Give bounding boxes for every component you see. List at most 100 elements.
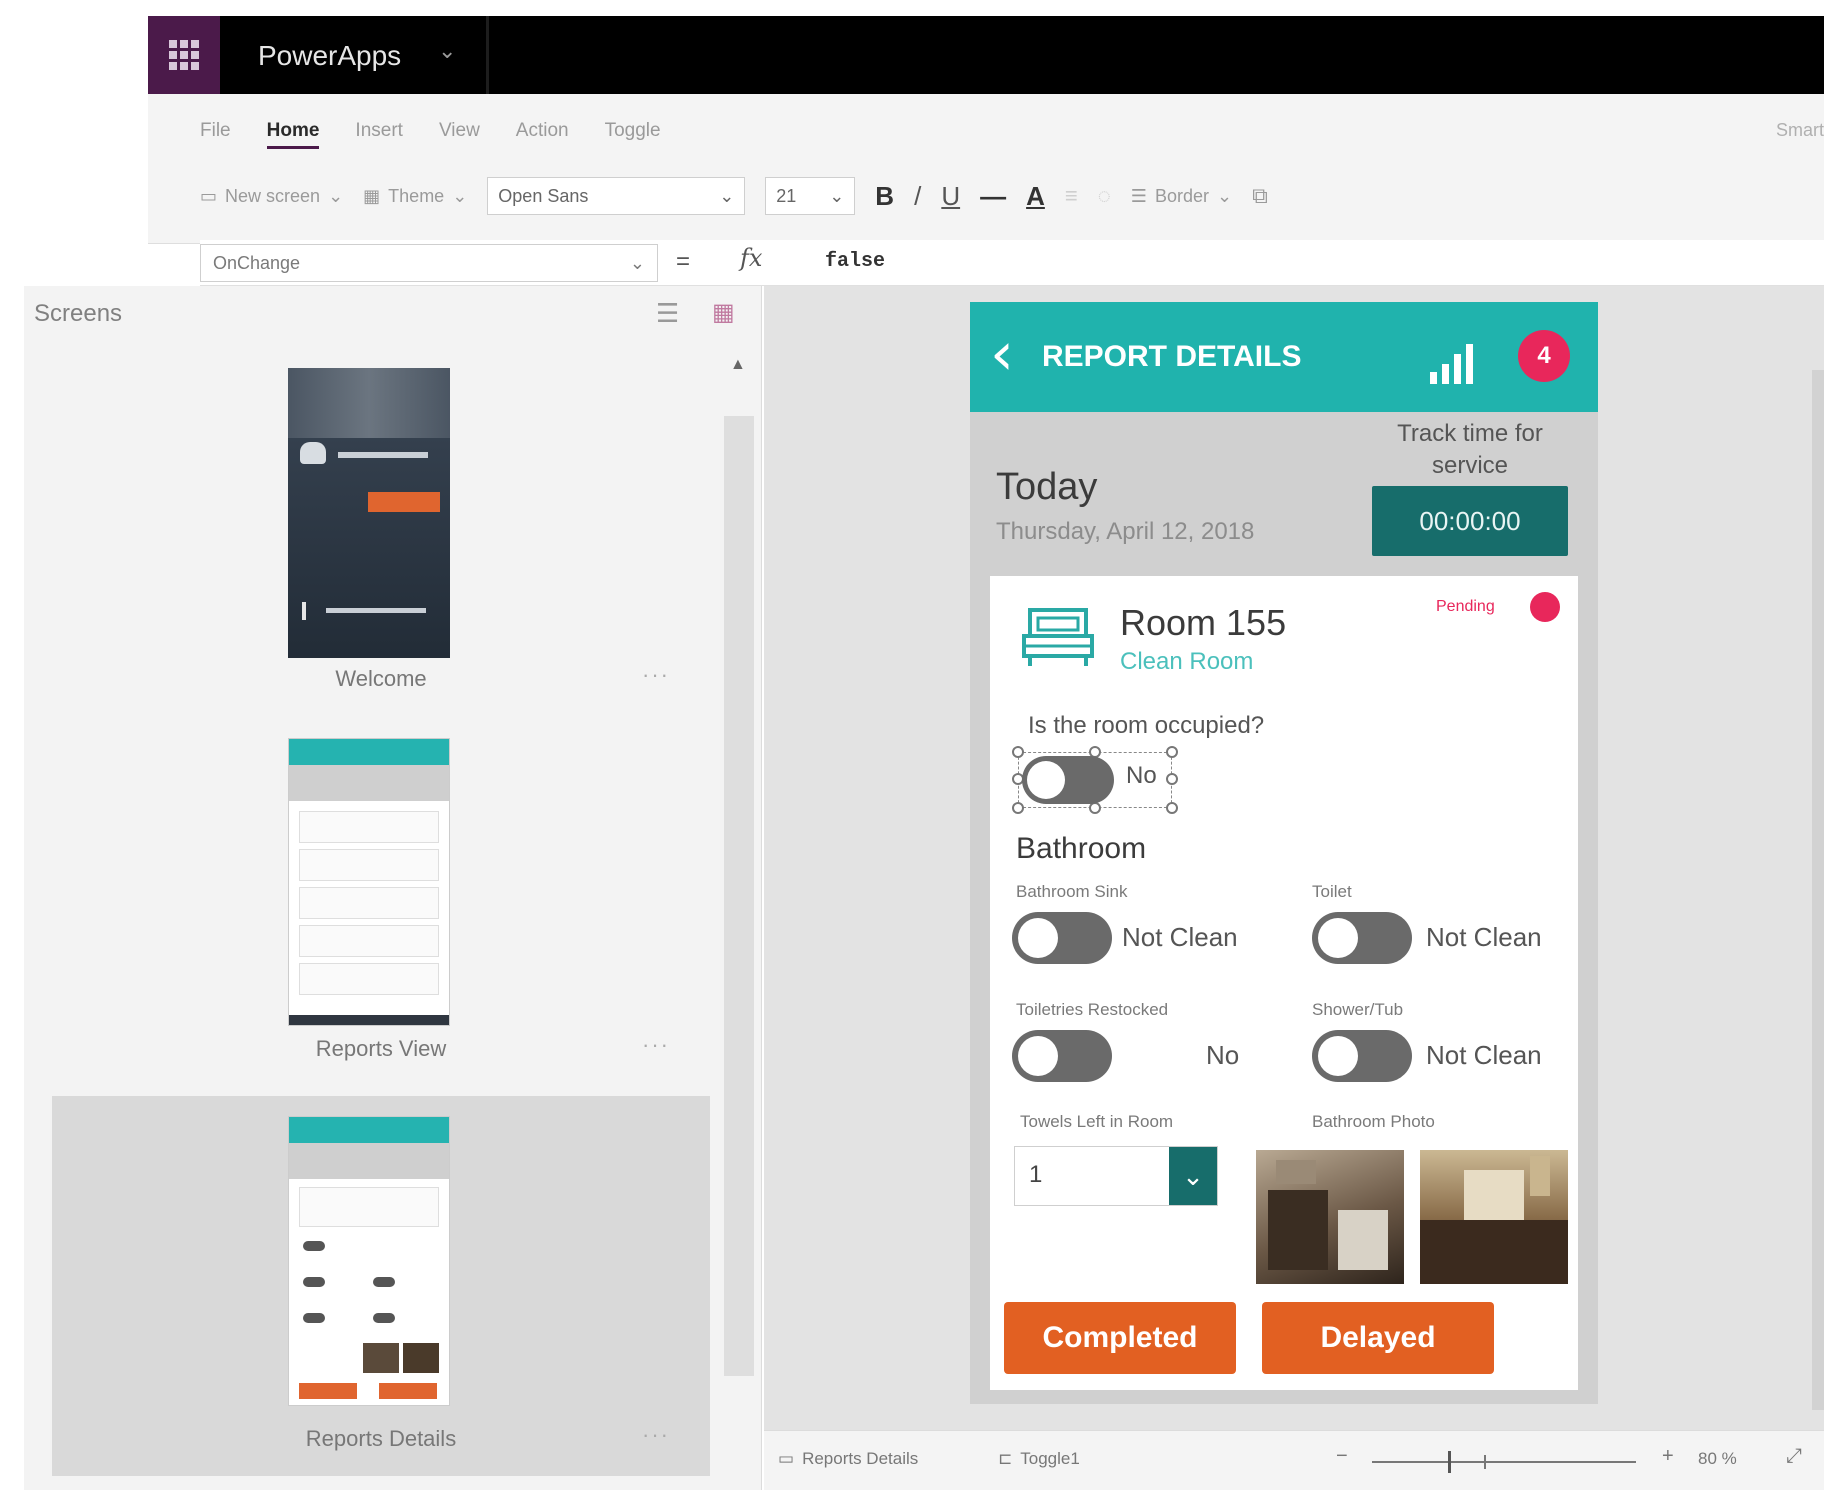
welcome-preview [288,368,450,658]
tab-home[interactable]: Home [266,120,320,149]
font-select[interactable]: Open Sans ⌄ [487,177,746,215]
current-screen-indicator[interactable]: ▭ Reports Details [778,1449,918,1469]
new-screen-button[interactable]: ▭ New screen ⌄ [200,186,343,207]
property-select[interactable]: OnChange ⌄ [200,244,658,282]
current-control-label: Toggle1 [1020,1449,1080,1468]
scroll-up-icon[interactable]: ▲ [730,356,746,374]
zoom-slider[interactable] [1372,1461,1636,1463]
screen-thumbnail-welcome[interactable]: Welcome ··· [52,356,710,691]
field-label: Shower/Tub [1312,1000,1404,1019]
smart-label[interactable]: Smart [1776,120,1824,141]
bathroom-photo-1[interactable] [1256,1150,1404,1284]
chevron-down-icon[interactable]: ⌄ [1169,1147,1217,1205]
toilet-toggle[interactable] [1312,912,1412,964]
tab-toggle[interactable]: Toggle [605,120,661,149]
theme-label: Theme [388,185,445,206]
italic-button[interactable]: / [914,181,921,212]
font-color-button[interactable]: A [1026,181,1045,212]
fx-icon[interactable]: fx [740,244,762,272]
more-icon[interactable]: ··· [642,1422,670,1448]
shower-tub-toggle[interactable] [1312,1030,1412,1082]
toolbar: ▭ New screen ⌄ ▦ Theme ⌄ Open Sans ⌄ 21 … [200,176,1268,216]
tab-view[interactable]: View [439,120,480,149]
field-label: Toiletries Restocked [1016,1000,1169,1019]
occupied-toggle[interactable] [1022,756,1114,804]
screens-panel: Screens ☰ ▦ ▲ Welcome ··· Reports View ·… [24,286,762,1490]
current-control-indicator[interactable]: ⊏ Toggle1 [998,1449,1080,1469]
tab-insert[interactable]: Insert [355,120,403,149]
zoom-in-button[interactable]: + [1662,1445,1674,1468]
app-launcher-button[interactable] [148,16,220,94]
bathroom-photo-2[interactable] [1420,1150,1568,1284]
screen-thumbnail-reports-view[interactable]: Reports View ··· [52,726,710,1066]
reports-view-preview [288,738,450,1026]
notification-badge[interactable]: 4 [1518,330,1570,382]
equals-sign: = [676,248,691,275]
reorder-icon[interactable]: ⧉ [1252,183,1268,209]
occupied-value: No [1126,762,1157,789]
resize-handle[interactable] [1166,802,1178,814]
theme-button[interactable]: ▦ Theme ⌄ [363,186,467,207]
towels-label: Towels Left in Room [1020,1112,1174,1131]
app-name[interactable]: PowerApps [258,40,401,72]
status-label: Pending [1436,598,1495,615]
font-size-select[interactable]: 21 ⌄ [765,177,856,215]
screen-icon: ▭ [200,185,218,206]
chevron-down-icon: ⌄ [629,252,645,273]
field-label: Toilet [1312,882,1352,901]
canvas-scrollbar[interactable] [1812,370,1824,1410]
chevron-down-icon: ⌄ [1216,185,1233,206]
underline-button[interactable]: U [941,181,960,212]
back-icon[interactable]: ‹ [990,324,1014,384]
fill-icon[interactable]: ◌ [1098,183,1111,209]
formula-bar: OnChange ⌄ = fx false [200,240,1824,286]
status-dot [1530,592,1560,622]
resize-handle[interactable] [1166,746,1178,758]
toiletries-toggle[interactable] [1012,1030,1112,1082]
resize-handle[interactable] [1012,802,1024,814]
chevron-down-icon: ⌄ [328,185,344,206]
zoom-slider-handle[interactable] [1448,1451,1451,1473]
screen-thumbnail-reports-details[interactable]: Reports Details ··· [52,1096,710,1476]
border-button[interactable]: ☰ Border ⌄ [1131,186,1232,207]
tab-file[interactable]: File [200,120,231,149]
more-icon[interactable]: ··· [642,662,670,688]
title-divider [486,16,489,94]
timer-button[interactable]: 00:00:00 [1372,486,1568,556]
resize-handle[interactable] [1012,746,1024,758]
towels-value: 1 [1029,1161,1043,1188]
today-label: Today [996,466,1098,508]
resize-handle[interactable] [1166,773,1178,785]
bold-button[interactable]: B [875,181,894,212]
toiletries-value: No [1206,1040,1240,1070]
bathroom-sink-toggle[interactable] [1012,912,1112,964]
zoom-out-button[interactable]: − [1336,1445,1348,1468]
list-view-icon[interactable]: ☰ [656,298,679,329]
screen-label: Welcome [335,666,427,691]
formula-input[interactable]: false [825,250,885,273]
shower-tub-value: Not Clean [1426,1040,1542,1070]
panel-scrollbar[interactable] [724,416,754,1376]
delayed-button[interactable]: Delayed [1262,1302,1494,1374]
strikethrough-button[interactable]: — [980,181,1006,212]
font-size-value: 21 [776,185,797,206]
towels-dropdown[interactable]: 1 ⌄ [1014,1146,1218,1206]
chevron-down-icon: ⌄ [452,185,468,206]
fit-to-window-icon[interactable]: ⤢ [1786,1445,1802,1468]
align-icon[interactable]: ≡ [1065,183,1078,209]
more-icon[interactable]: ··· [642,1032,670,1058]
completed-button[interactable]: Completed [1004,1302,1236,1374]
signal-icon[interactable] [1430,338,1486,384]
room-title: Room 155 [1120,602,1287,643]
room-card: Room 155 Clean Room Pending Is the room … [990,576,1578,1390]
chevron-down-icon[interactable]: ⌄ [438,38,456,64]
bathroom-title: Bathroom [1016,832,1147,865]
tab-action[interactable]: Action [516,120,569,149]
room-subtitle: Clean Room [1120,648,1254,675]
field-label: Bathroom Sink [1016,882,1128,901]
track-time-label: Track time for service [1397,420,1543,479]
grid-view-icon[interactable]: ▦ [712,298,735,327]
zoom-percent[interactable]: 80 % [1698,1449,1737,1469]
theme-icon: ▦ [363,185,381,206]
status-bar: ▭ Reports Details ⊏ Toggle1 − + 80 % ⤢ [764,1430,1824,1490]
